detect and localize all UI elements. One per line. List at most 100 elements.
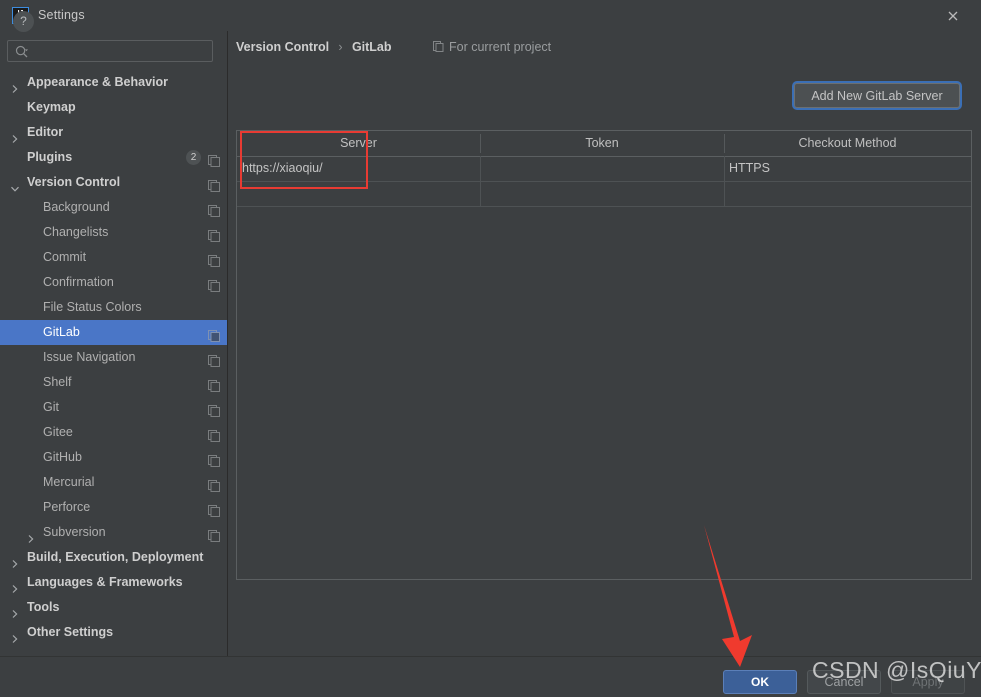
sidebar-item-plugins[interactable]: Plugins 2 <box>0 145 227 170</box>
sidebar-item-label: Other Settings <box>27 625 114 639</box>
close-icon[interactable] <box>944 8 962 24</box>
cell-checkout-method[interactable]: HTTPS <box>724 156 971 181</box>
sidebar-item-gitlab[interactable]: GitLab <box>0 320 227 345</box>
column-header-token[interactable]: Token <box>480 131 724 156</box>
copy-settings-icon[interactable] <box>208 201 220 217</box>
breadcrumb-separator: › <box>338 40 343 54</box>
ok-button[interactable]: OK <box>723 670 797 694</box>
sidebar-item-changelists[interactable]: Changelists <box>0 220 227 245</box>
sidebar-item-label: Subversion <box>43 525 106 539</box>
apply-button[interactable]: Apply <box>891 670 965 694</box>
copy-settings-icon[interactable] <box>208 326 220 342</box>
sidebar-item-tools[interactable]: Tools <box>0 595 227 620</box>
copy-settings-icon[interactable] <box>208 176 220 192</box>
chevron-right-icon[interactable] <box>10 553 20 568</box>
sidebar-item-label: Build, Execution, Deployment <box>27 550 204 564</box>
copy-settings-icon[interactable] <box>208 151 220 167</box>
sidebar-item-label: Shelf <box>43 375 72 389</box>
sidebar-item-label: Gitee <box>43 425 73 439</box>
sidebar-item-perforce[interactable]: Perforce <box>0 495 227 520</box>
chevron-right-icon[interactable] <box>10 628 20 643</box>
cell-divider <box>480 181 481 206</box>
sidebar-item-label: File Status Colors <box>43 300 142 314</box>
copy-settings-icon[interactable] <box>208 276 220 292</box>
breadcrumb-parent[interactable]: Version Control <box>236 40 329 54</box>
sidebar-item-label: Issue Navigation <box>43 350 136 364</box>
cell-token[interactable] <box>480 181 724 206</box>
project-scope-text: For current project <box>449 40 552 54</box>
settings-dialog: IJ Settings Appearance & Behavior Keymap E… <box>0 0 981 697</box>
sidebar-item-label: Git <box>43 400 59 414</box>
cell-server[interactable]: https://xiaoqiu/ <box>237 156 480 181</box>
column-divider[interactable] <box>480 134 481 153</box>
copy-settings-icon[interactable] <box>208 251 220 267</box>
sidebar-item-label: GitLab <box>43 325 80 339</box>
column-divider[interactable] <box>724 134 725 153</box>
cell-divider <box>724 181 725 206</box>
sidebar-item-label: GitHub <box>43 450 82 464</box>
sidebar-item-languages-frameworks[interactable]: Languages & Frameworks <box>0 570 227 595</box>
copy-settings-icon[interactable] <box>208 476 220 492</box>
sidebar-item-version-control[interactable]: Version Control <box>0 170 227 195</box>
chevron-right-icon[interactable] <box>10 603 20 618</box>
cancel-button[interactable]: Cancel <box>807 670 881 694</box>
sidebar-item-label: Tools <box>27 600 60 614</box>
sidebar-item-build-execution-deployment[interactable]: Build, Execution, Deployment <box>0 545 227 570</box>
copy-settings-icon[interactable] <box>208 376 220 392</box>
sidebar-item-label: Changelists <box>43 225 109 239</box>
gitlab-servers-table: Server Token Checkout Method https://xiaoq… <box>236 130 972 580</box>
column-header-server[interactable]: Server <box>237 131 480 156</box>
table-header: Server Token Checkout Method <box>237 131 971 157</box>
sidebar-item-subversion[interactable]: Subversion <box>0 520 227 545</box>
copy-settings-icon[interactable] <box>208 426 220 442</box>
plugins-update-badge: 2 <box>186 150 201 165</box>
chevron-right-icon[interactable] <box>26 528 36 543</box>
sidebar-item-label: Confirmation <box>43 275 114 289</box>
cell-divider <box>724 156 725 181</box>
sidebar-item-other-settings[interactable]: Other Settings <box>0 620 227 645</box>
cell-divider <box>480 156 481 181</box>
search-box[interactable] <box>7 40 213 62</box>
chevron-right-icon[interactable] <box>10 578 20 593</box>
sidebar-item-shelf[interactable]: Shelf <box>0 370 227 395</box>
add-new-gitlab-server-button[interactable]: Add New GitLab Server <box>794 83 960 108</box>
sidebar-item-file-status-colors[interactable]: File Status Colors <box>0 295 227 320</box>
sidebar-item-confirmation[interactable]: Confirmation <box>0 270 227 295</box>
search-icon <box>15 45 29 59</box>
copy-settings-icon[interactable] <box>208 526 220 542</box>
copy-settings-icon[interactable] <box>208 401 220 417</box>
sidebar-item-issue-navigation[interactable]: Issue Navigation <box>0 345 227 370</box>
chevron-right-icon[interactable] <box>10 128 20 143</box>
cell-checkout-method[interactable] <box>724 181 971 206</box>
cell-server[interactable] <box>237 181 480 206</box>
copy-settings-icon[interactable] <box>208 501 220 517</box>
table-row[interactable]: https://xiaoqiu/HTTPS <box>237 156 971 182</box>
sidebar-item-label: Version Control <box>27 175 121 189</box>
sidebar-item-mercurial[interactable]: Mercurial <box>0 470 227 495</box>
project-scope-label: For current project <box>433 40 551 54</box>
cell-token[interactable] <box>480 156 724 181</box>
help-button[interactable]: ? <box>13 11 34 32</box>
search-input[interactable] <box>34 43 206 59</box>
table-row[interactable] <box>237 181 971 207</box>
sidebar-item-gitee[interactable]: Gitee <box>0 420 227 445</box>
title-bar: IJ Settings <box>0 0 981 31</box>
sidebar-item-keymap[interactable]: Keymap <box>0 95 227 120</box>
window-title: Settings <box>38 8 85 22</box>
breadcrumb: Version Control › GitLab <box>236 40 392 56</box>
chevron-right-icon[interactable] <box>10 78 20 93</box>
sidebar-item-commit[interactable]: Commit <box>0 245 227 270</box>
sidebar-item-appearance-behavior[interactable]: Appearance & Behavior <box>0 70 227 95</box>
copy-settings-icon[interactable] <box>208 451 220 467</box>
copy-settings-icon[interactable] <box>208 351 220 367</box>
sidebar-item-background[interactable]: Background <box>0 195 227 220</box>
sidebar-item-editor[interactable]: Editor <box>0 120 227 145</box>
settings-tree: Appearance & Behavior Keymap Editor Plugins… <box>0 70 227 645</box>
sidebar-item-github[interactable]: GitHub <box>0 445 227 470</box>
breadcrumb-current: GitLab <box>351 40 392 54</box>
column-header-checkout-method[interactable]: Checkout Method <box>724 131 971 156</box>
sidebar-item-label: Plugins <box>27 150 73 164</box>
chevron-down-icon[interactable] <box>10 178 20 192</box>
copy-settings-icon[interactable] <box>208 226 220 242</box>
sidebar-item-git[interactable]: Git <box>0 395 227 420</box>
